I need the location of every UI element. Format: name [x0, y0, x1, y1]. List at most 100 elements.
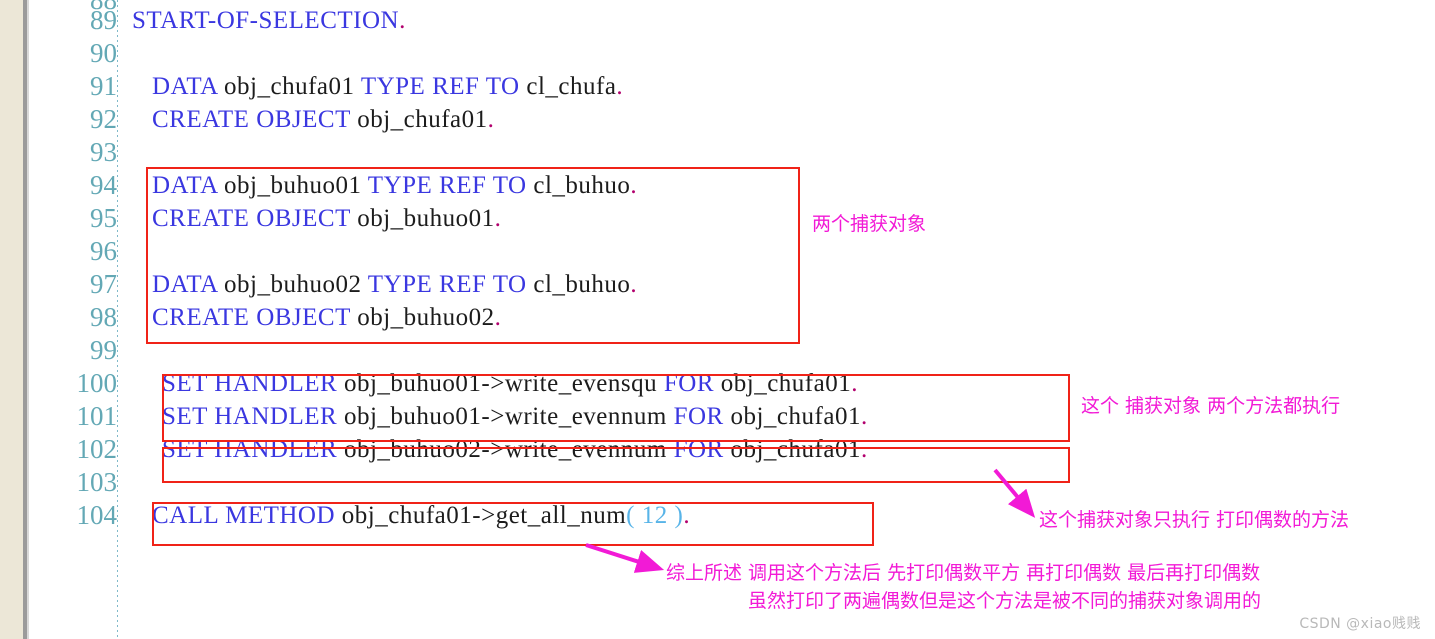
annotation-both-methods: 这个 捕获对象 两个方法都执行: [1081, 395, 1341, 417]
code-punctuation: .: [630, 271, 638, 298]
code-line[interactable]: SET HANDLER obj_buhuo01->write_evennum F…: [162, 400, 868, 433]
code-keyword: DATA: [152, 73, 218, 100]
line-number: 99: [90, 335, 117, 365]
code-identifier: obj_buhuo01: [343, 403, 482, 430]
code-identifier: cl_buhuo: [533, 271, 631, 298]
code-arrow-operator: ->: [472, 502, 496, 529]
code-paren: ): [674, 502, 684, 529]
code-keyword: DATA: [152, 271, 218, 298]
annotation-summary-line1: 综上所述 调用这个方法后 先打印偶数平方 再打印偶数 最后再打印偶数: [666, 562, 1261, 584]
line-number: 93: [90, 137, 117, 167]
line-number: 98: [90, 302, 117, 332]
code-identifier: obj_buhuo01: [357, 205, 495, 232]
code-identifier: obj_buhuo02: [357, 304, 495, 331]
annotation-two-objects: 两个捕获对象: [812, 213, 927, 235]
line-number: 92: [90, 104, 117, 134]
code-identifier: obj_buhuo01: [224, 172, 362, 199]
code-keyword: SET: [162, 403, 208, 430]
code-editor-screenshot: 88 89 90 91 92 93 94 95 96 97 98 99 100 101 102 103 104 …: [0, 0, 1435, 639]
code-punctuation: .: [494, 304, 502, 331]
code-keyword: REF: [432, 73, 480, 100]
code-keyword: FOR: [673, 436, 724, 463]
code-keyword: CREATE: [152, 205, 250, 232]
code-keyword: OBJECT: [256, 106, 351, 133]
gutter-separator-line: [117, 0, 118, 639]
code-keyword: TO: [492, 271, 527, 298]
code-keyword: SET: [162, 436, 208, 463]
code-punctuation: .: [860, 436, 868, 463]
line-number: 101: [76, 401, 118, 431]
code-keyword: REF: [439, 271, 487, 298]
line-number: 97: [90, 269, 117, 299]
code-identifier: cl_chufa: [526, 73, 617, 100]
code-line[interactable]: SET HANDLER obj_buhuo02->write_evennum F…: [162, 433, 868, 466]
code-identifier: obj_chufa01: [720, 370, 852, 397]
code-identifier: write_evennum: [504, 403, 667, 430]
code-keyword: HANDLER: [214, 403, 338, 430]
code-arrow-operator: ->: [481, 403, 505, 430]
line-number-gutter: 88 89 90 91 92 93 94 95 96 97 98 99 100 101 102 103 104: [29, 0, 118, 639]
editor-left-margin-strip: [0, 0, 23, 639]
code-identifier: obj_chufa01: [357, 106, 488, 133]
code-identifier: obj_chufa01: [341, 502, 473, 529]
line-number: 104: [76, 500, 118, 530]
code-keyword: TO: [492, 172, 527, 199]
line-number: 91: [90, 71, 117, 101]
code-arrow-operator: ->: [481, 436, 505, 463]
code-line[interactable]: DATA obj_buhuo01 TYPE REF TO cl_buhuo.: [152, 169, 637, 202]
code-identifier: write_evensqu: [504, 370, 658, 397]
code-keyword: DATA: [152, 172, 218, 199]
code-punctuation: .: [860, 403, 868, 430]
code-punctuation: .: [494, 205, 502, 232]
code-number: 12: [641, 502, 668, 529]
code-line[interactable]: SET HANDLER obj_buhuo01->write_evensqu F…: [162, 367, 858, 400]
code-keyword: TYPE: [367, 172, 433, 199]
code-punctuation: .: [630, 172, 638, 199]
code-text-area[interactable]: START-OF-SELECTION. DATA obj_chufa01 TYPE…: [124, 0, 1435, 639]
code-identifier: cl_buhuo: [533, 172, 631, 199]
code-line[interactable]: DATA obj_buhuo02 TYPE REF TO cl_buhuo.: [152, 268, 637, 301]
code-identifier: write_evennum: [504, 436, 667, 463]
line-number: 102: [76, 434, 118, 464]
code-line[interactable]: CREATE OBJECT obj_buhuo02.: [152, 301, 501, 334]
line-number: 95: [90, 203, 117, 233]
line-number: 100: [76, 368, 118, 398]
code-keyword: START-OF-SELECTION: [132, 7, 400, 34]
code-identifier: get_all_num: [495, 502, 627, 529]
code-line[interactable]: CREATE OBJECT obj_chufa01.: [152, 103, 494, 136]
code-identifier: obj_buhuo02: [343, 436, 482, 463]
code-punctuation: .: [851, 370, 858, 397]
line-number: 96: [90, 236, 117, 266]
code-line[interactable]: CREATE OBJECT obj_buhuo01.: [152, 202, 501, 235]
code-punctuation: .: [399, 7, 406, 34]
code-keyword: OBJECT: [256, 205, 351, 232]
code-line[interactable]: CALL METHOD obj_chufa01->get_all_num( 12…: [152, 499, 690, 532]
annotation-summary-line2: 虽然打印了两遍偶数但是这个方法是被不同的捕获对象调用的: [748, 590, 1262, 612]
code-keyword: CREATE: [152, 304, 250, 331]
code-keyword: SET: [162, 370, 208, 397]
code-line[interactable]: START-OF-SELECTION.: [132, 4, 406, 37]
line-number: 90: [90, 38, 117, 68]
code-keyword: FOR: [673, 403, 724, 430]
code-paren: (: [626, 502, 635, 529]
code-keyword: CREATE: [152, 106, 250, 133]
code-punctuation: .: [683, 502, 691, 529]
code-identifier: obj_chufa01: [730, 403, 861, 430]
code-keyword: TYPE: [367, 271, 433, 298]
code-arrow-operator: ->: [481, 370, 505, 397]
code-keyword: METHOD: [225, 502, 336, 529]
code-keyword: HANDLER: [214, 370, 338, 397]
code-keyword: TO: [485, 73, 520, 100]
code-identifier: obj_chufa01: [730, 436, 861, 463]
code-line[interactable]: DATA obj_chufa01 TYPE REF TO cl_chufa.: [152, 70, 623, 103]
code-identifier: obj_buhuo02: [224, 271, 362, 298]
line-number: 94: [90, 170, 117, 200]
